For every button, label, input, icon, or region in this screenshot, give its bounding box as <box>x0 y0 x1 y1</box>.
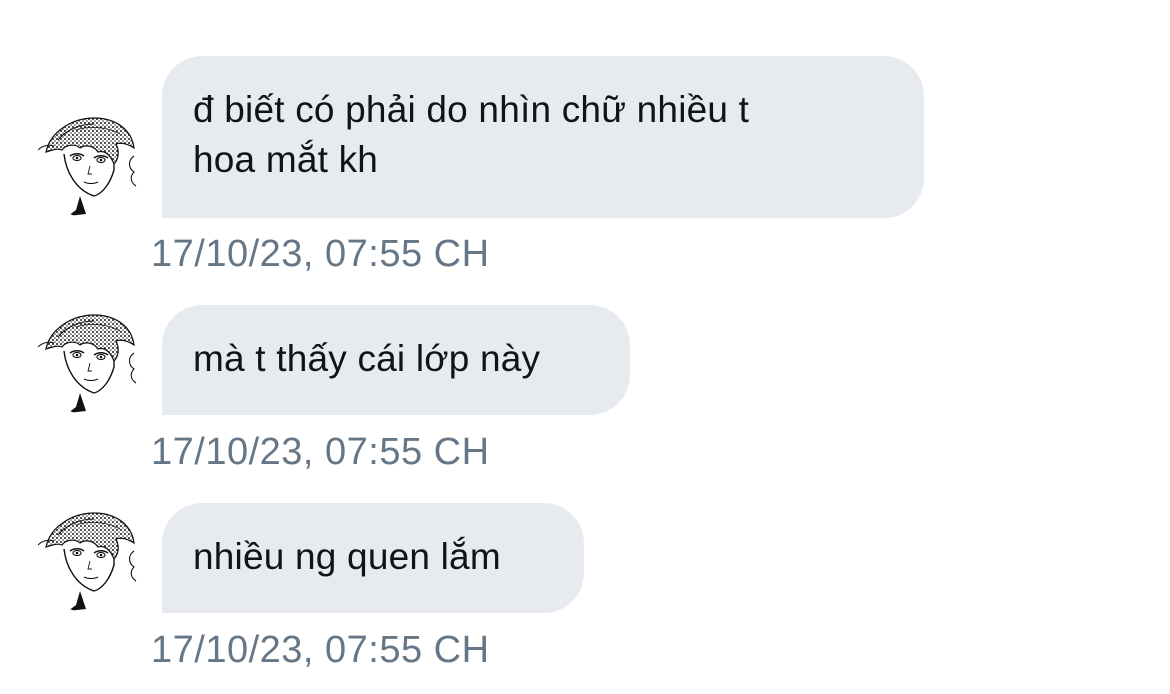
message-bubble[interactable]: mà t thấy cái lớp này <box>162 305 630 415</box>
message-timestamp: 17/10/23, 07:55 CH <box>151 629 490 671</box>
anime-character-avatar-icon <box>36 307 144 415</box>
message-timestamp: 17/10/23, 07:55 CH <box>151 431 490 473</box>
message-timestamp: 17/10/23, 07:55 CH <box>151 233 490 275</box>
sender-avatar[interactable] <box>36 505 144 613</box>
anime-character-avatar-icon <box>36 505 144 613</box>
sender-avatar[interactable] <box>36 307 144 415</box>
message-bubble[interactable]: đ biết có phải do nhìn chữ nhiều t hoa m… <box>162 56 924 218</box>
sender-avatar[interactable] <box>36 110 144 218</box>
message-bubble[interactable]: nhiều ng quen lắm <box>162 503 584 613</box>
anime-character-avatar-icon <box>36 110 144 218</box>
